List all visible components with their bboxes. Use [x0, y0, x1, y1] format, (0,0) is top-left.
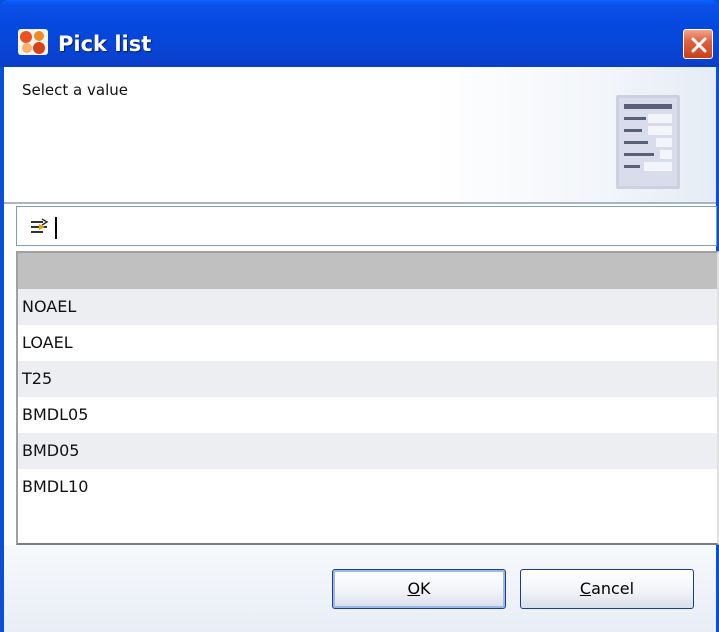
dialog-header: Select a value [4, 67, 716, 202]
cancel-label-rest: ancel [591, 579, 635, 598]
close-button[interactable] [683, 29, 713, 59]
app-logo-icon [18, 29, 48, 55]
list-item-loael[interactable]: LOAEL [18, 325, 717, 361]
list-item-noael[interactable]: NOAEL [18, 289, 717, 325]
text-caret [55, 217, 57, 239]
list-item-empty-selected[interactable] [18, 253, 717, 289]
cancel-button[interactable]: Cancel [520, 569, 694, 609]
ok-mnemonic: O [407, 579, 421, 598]
pick-list-dialog: Pick list Select a value NOAEL LOAEL T25… [0, 0, 719, 632]
instruction-text: Select a value [22, 81, 128, 99]
list-item-bmd05[interactable]: BMD05 [18, 433, 717, 469]
window-title: Pick list [58, 32, 152, 56]
close-icon [691, 37, 707, 53]
list-item-t25[interactable]: T25 [18, 361, 717, 397]
filter-input[interactable] [53, 210, 703, 242]
header-divider [4, 202, 716, 204]
button-bar: OK Cancel [4, 545, 716, 632]
list-form-icon [616, 95, 680, 189]
dialog-content: Select a value NOAEL LOAEL T25 BMDL05 BM… [4, 67, 719, 632]
filter-icon [31, 218, 49, 233]
value-list[interactable]: NOAEL LOAEL T25 BMDL05 BMD05 BMDL10 [16, 251, 719, 545]
ok-label-rest: K [420, 579, 431, 598]
list-item-bmdl10[interactable]: BMDL10 [18, 469, 717, 505]
ok-button[interactable]: OK [332, 569, 506, 609]
title-bar[interactable]: Pick list [0, 0, 719, 67]
filter-field[interactable] [16, 206, 717, 246]
list-item-bmdl05[interactable]: BMDL05 [18, 397, 717, 433]
cancel-mnemonic: C [579, 579, 592, 598]
